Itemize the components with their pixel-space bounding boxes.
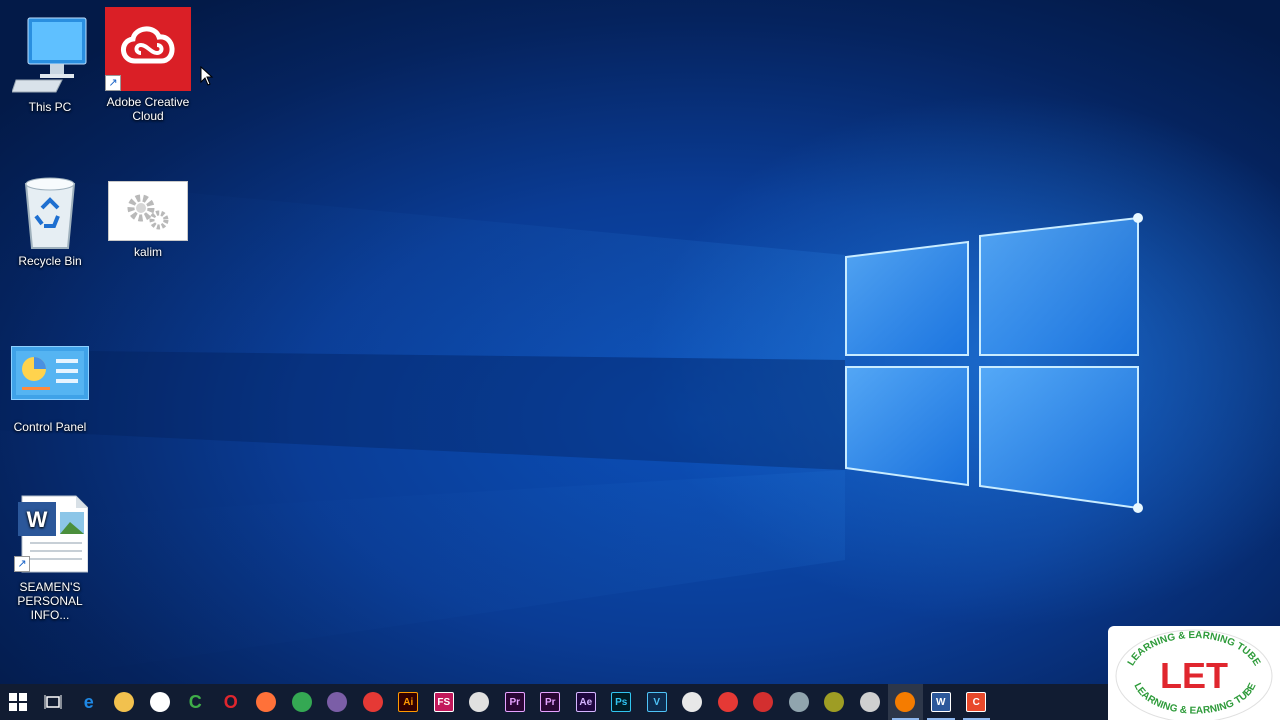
taskbar-cloud-app-button[interactable]: [746, 684, 782, 720]
desktop-icon-this-pc[interactable]: This PC: [2, 14, 98, 114]
pen-icon: [824, 692, 845, 712]
obs-icon: [859, 692, 880, 712]
desktop-icon-adobe-creative-cloud[interactable]: ↗ Adobe Creative Cloud: [100, 7, 196, 123]
download-icon: [362, 692, 383, 712]
recycle-bin-icon: [24, 177, 76, 249]
after-effects-icon: Ae: [575, 692, 596, 712]
start-button[interactable]: [0, 684, 36, 720]
premiere-icon: Pr: [504, 692, 525, 712]
desktop-icon-label: Recycle Bin: [18, 254, 82, 268]
taskbar-obs-button[interactable]: [852, 684, 888, 720]
taskbar-chrome-button[interactable]: [284, 684, 320, 720]
desktop-icon-label: kalim: [133, 245, 162, 259]
taskbar-edge-button[interactable]: e: [71, 684, 107, 720]
taskbar-v-app-button[interactable]: V: [639, 684, 675, 720]
taskbar-camtasia-recorder-button[interactable]: C: [959, 684, 995, 720]
windows-logo-icon: [8, 693, 27, 711]
taskbar-pen-app-button[interactable]: [817, 684, 853, 720]
notepad-icon: [682, 692, 703, 712]
camtasia-recorder-icon: C: [966, 692, 987, 712]
taskbar-paint-tool-button[interactable]: [462, 684, 498, 720]
taskbar-premiere-1-button[interactable]: Pr: [497, 684, 533, 720]
clapper-icon: [327, 692, 348, 712]
fs-icon: FS: [433, 692, 454, 712]
pdf-icon: [717, 692, 738, 712]
control-panel-icon: [16, 351, 84, 395]
task-view-button[interactable]: [36, 684, 72, 720]
taskbar-notepad-button[interactable]: [675, 684, 711, 720]
desktop-icon-label: SEAMEN'S PERSONAL INFO...: [17, 580, 83, 622]
window-icon: [788, 692, 809, 712]
firefox-icon: [256, 692, 277, 712]
taskbar-illustrator-button[interactable]: Ai: [391, 684, 427, 720]
taskbar-file-explorer-button[interactable]: [107, 684, 143, 720]
let-logo-icon: LEARNING & EARNING TUBE LEARNING & EARNI…: [1115, 629, 1273, 720]
folder-icon: [114, 692, 135, 712]
taskbar-word-button[interactable]: W: [923, 684, 959, 720]
desktop-icon-seamens-personal-info[interactable]: W ↗ SEAMEN'S PERSONAL INFO...: [2, 494, 98, 622]
taskbar-photoshop-button[interactable]: Ps: [604, 684, 640, 720]
watermark-letters: LET: [1160, 655, 1228, 696]
shortcut-arrow-icon: ↗: [105, 75, 121, 91]
cloud-icon: [753, 692, 774, 712]
store-icon: [149, 692, 170, 712]
taskbar-pdf-reader-button[interactable]: [710, 684, 746, 720]
computer-icon: [11, 17, 87, 93]
desktop-icon-label: This PC: [28, 100, 72, 114]
taskbar-premiere-2-button[interactable]: Pr: [533, 684, 569, 720]
taskbar-opera-button[interactable]: O: [213, 684, 249, 720]
shortcut-arrow-icon: ↗: [14, 556, 30, 572]
taskbar-video-editor-button[interactable]: [320, 684, 356, 720]
taskbar-firefox-button[interactable]: [249, 684, 285, 720]
premiere-icon: Pr: [540, 692, 561, 712]
v-icon: V: [646, 692, 667, 712]
camtasia-icon: C: [188, 691, 202, 712]
illustrator-icon: Ai: [398, 692, 419, 712]
taskbar-fs-button[interactable]: FS: [426, 684, 462, 720]
taskbar-camtasia-button[interactable]: C: [178, 684, 214, 720]
word-icon: W: [930, 692, 951, 712]
desktop-icon-recycle-bin[interactable]: Recycle Bin: [2, 172, 98, 268]
channel-watermark-badge: LEARNING & EARNING TUBE LEARNING & EARNI…: [1108, 626, 1280, 720]
play-icon: [895, 692, 916, 712]
desktop-icon-label: Adobe Creative Cloud: [106, 95, 190, 123]
opera-icon: O: [223, 691, 238, 712]
desktop-icon-kalim[interactable]: kalim: [100, 181, 196, 259]
chrome-icon: [291, 692, 312, 712]
desktop-icon-label: Control Panel: [13, 420, 87, 434]
palette-icon: [469, 692, 490, 712]
taskbar-after-effects-button[interactable]: Ae: [568, 684, 604, 720]
taskbar-media-player-button[interactable]: [887, 684, 923, 720]
taskbar: e C O Ai FS Pr Pr Ae Ps V W C: [0, 684, 1280, 720]
taskbar-window-app-button[interactable]: [781, 684, 817, 720]
svg-text:W: W: [27, 507, 48, 532]
settings-file-icon: [127, 194, 169, 230]
edge-icon: e: [83, 691, 94, 712]
photoshop-icon: Ps: [611, 692, 632, 712]
taskbar-downloader-button[interactable]: [355, 684, 391, 720]
desktop-icon-control-panel[interactable]: Control Panel: [2, 346, 98, 434]
taskbar-store-button[interactable]: [142, 684, 178, 720]
task-view-icon: [44, 695, 62, 709]
mouse-cursor-icon: [200, 66, 214, 86]
